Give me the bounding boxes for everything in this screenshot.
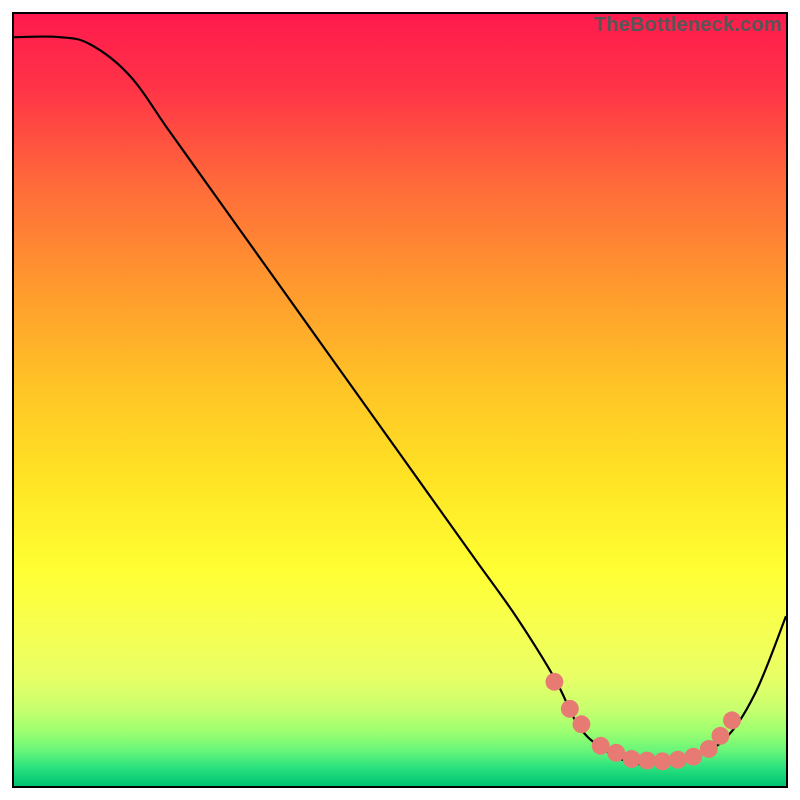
highlight-dot bbox=[545, 673, 563, 691]
highlight-dot bbox=[561, 700, 579, 718]
plot-area bbox=[12, 12, 788, 788]
attribution-label: TheBottleneck.com bbox=[594, 14, 782, 37]
highlight-dot bbox=[669, 751, 687, 769]
highlight-dot bbox=[623, 750, 641, 768]
highlight-dot bbox=[684, 748, 702, 766]
highlight-dot bbox=[592, 737, 610, 755]
highlight-dot bbox=[654, 752, 672, 770]
highlight-dot bbox=[607, 744, 625, 762]
highlight-markers bbox=[14, 14, 786, 786]
highlight-dot bbox=[723, 711, 741, 729]
highlight-dot bbox=[711, 727, 729, 745]
highlight-dot bbox=[638, 752, 656, 770]
highlight-dot bbox=[572, 715, 590, 733]
chart-container: TheBottleneck.com bbox=[0, 0, 800, 800]
